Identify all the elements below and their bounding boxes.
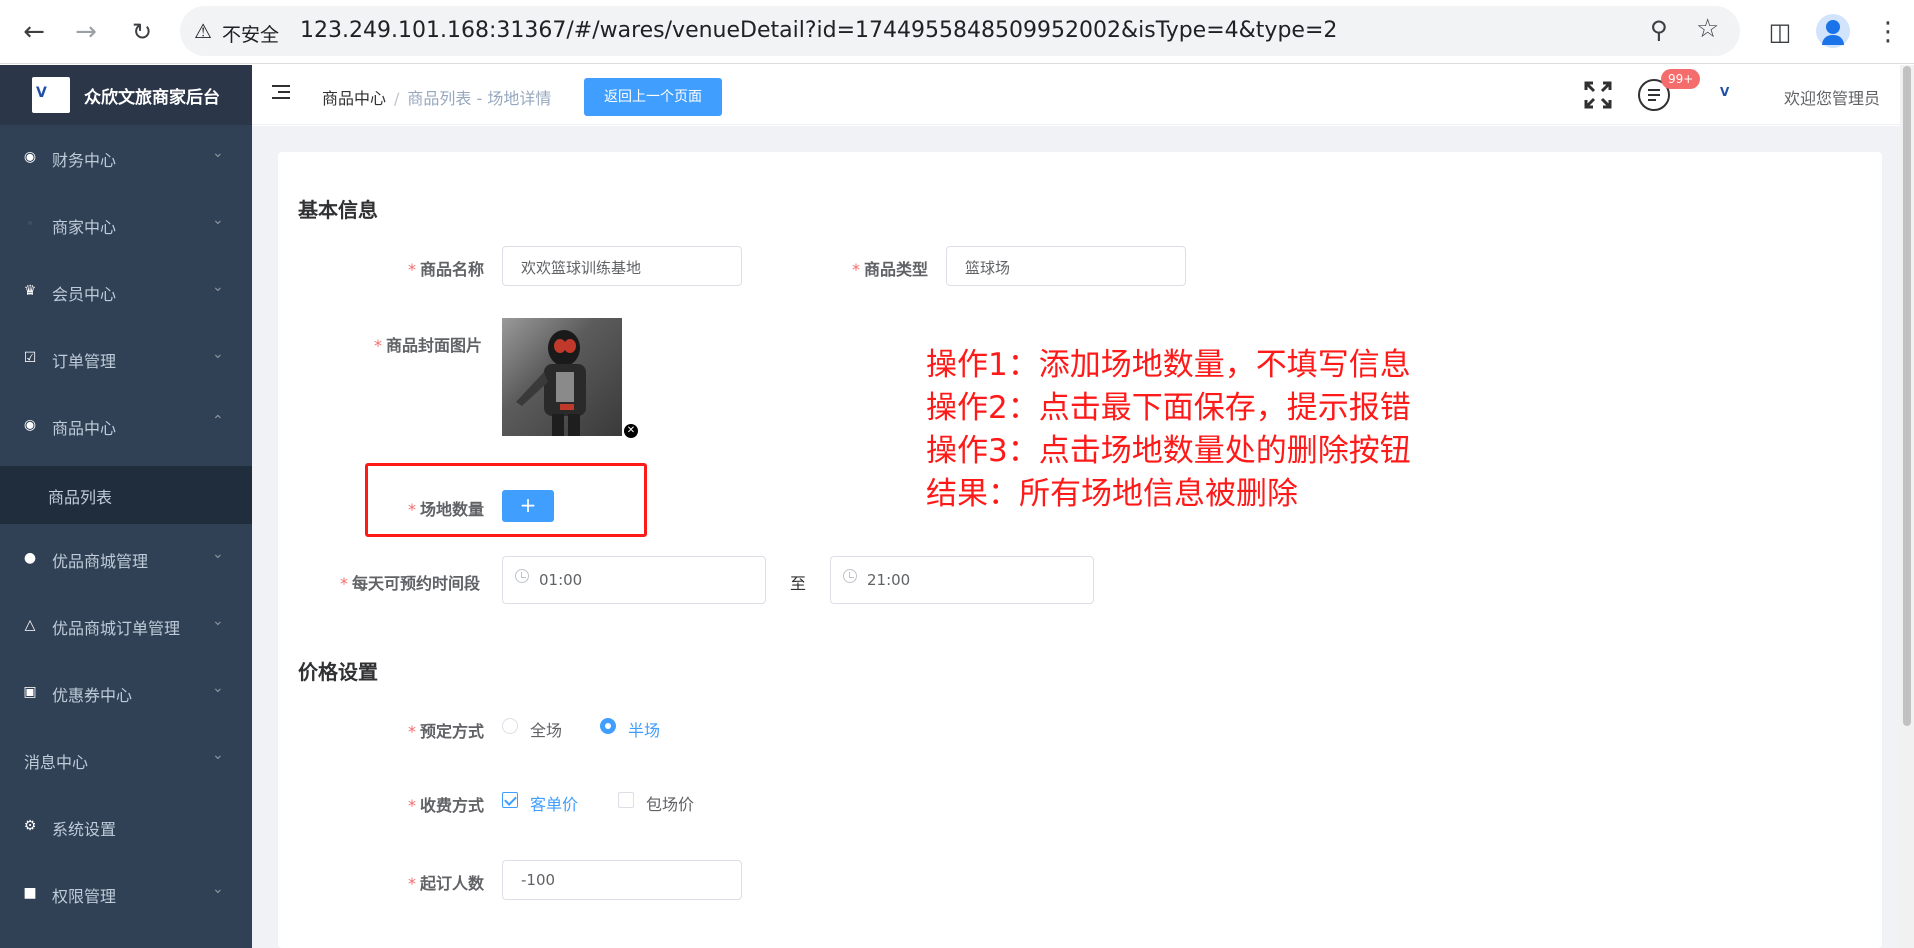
sidebar-item-goods[interactable]: ◉ 商品中心 ⌃: [0, 393, 252, 460]
sidebar-item-mall[interactable]: ● 优品商城管理 ⌄: [0, 526, 252, 593]
zoom-icon[interactable]: ⚲: [1650, 16, 1668, 44]
section-title-price: 价格设置: [298, 660, 378, 684]
crown-icon: ♛: [23, 283, 37, 299]
back-arrow-icon[interactable]: ←: [16, 14, 52, 50]
bell-icon: △: [24, 617, 36, 633]
remove-image-icon[interactable]: ✕: [624, 424, 638, 438]
time-end-input[interactable]: 21:00: [830, 556, 1094, 604]
chevron-up-icon: ⌃: [212, 413, 224, 429]
app-header: 商品中心 / 商品列表 - 场地详情 返回上一个页面 99+ V 欢迎您管理员: [252, 65, 1914, 125]
brand-title: 众欣文旅商家后台: [84, 88, 220, 108]
type-input[interactable]: 篮球场: [946, 246, 1186, 286]
sidebar-item-messages[interactable]: 消息中心 ⌄: [0, 727, 252, 794]
chevron-down-icon: ⌄: [212, 212, 224, 228]
breadcrumb: 商品中心 / 商品列表 - 场地详情: [322, 85, 551, 109]
url-text[interactable]: 123.249.101.168:31367/#/wares/venueDetai…: [300, 18, 1337, 43]
time-label: * 每天可预约时间段: [340, 574, 481, 593]
sidebar-item-finance[interactable]: ◉ 财务中心 ⌄: [0, 125, 252, 192]
header-logo: V: [1720, 85, 1730, 99]
checkbox-per-person[interactable]: [502, 792, 518, 808]
chevron-down-icon: ⌄: [212, 145, 224, 161]
goods-icon: ◉: [23, 417, 37, 433]
sidebar-item-permissions[interactable]: ■ 权限管理 ⌄: [0, 861, 252, 928]
checkbox-whole-venue[interactable]: [618, 792, 634, 808]
breadcrumb-separator: /: [394, 89, 400, 108]
address-bar[interactable]: ⚠ 不安全 123.249.101.168:31367/#/wares/venu…: [180, 6, 1740, 56]
option-per-person[interactable]: 客单价: [530, 791, 578, 815]
radio-half-court[interactable]: [600, 718, 616, 734]
message-badge: 99+: [1661, 69, 1701, 89]
bookmark-star-icon[interactable]: ☆: [1696, 14, 1719, 44]
type-label: * 商品类型: [852, 260, 929, 279]
security-label[interactable]: 不安全: [222, 20, 279, 47]
hamburger-icon[interactable]: [272, 83, 292, 103]
gear-icon: ⚙: [23, 818, 37, 834]
fullscreen-icon[interactable]: [1584, 81, 1612, 109]
sidebar-item-member[interactable]: ♛ 会员中心 ⌄: [0, 259, 252, 326]
profile-avatar-icon[interactable]: [1816, 14, 1850, 48]
sidebar-item-settings[interactable]: ⚙ 系统设置: [0, 794, 252, 861]
shop-icon: •: [25, 216, 35, 232]
forward-arrow-icon[interactable]: →: [68, 14, 104, 50]
scrollbar-thumb[interactable]: [1903, 66, 1911, 726]
cover-label: * 商品封面图片: [374, 336, 483, 355]
min-people-input[interactable]: -100: [502, 860, 742, 900]
option-full-court[interactable]: 全场: [530, 717, 562, 741]
option-half-court[interactable]: 半场: [628, 717, 660, 741]
clock-icon: [843, 569, 857, 583]
breadcrumb-current: 商品列表 - 场地详情: [407, 89, 552, 108]
option-whole-venue[interactable]: 包场价: [646, 791, 694, 815]
cover-image[interactable]: [502, 318, 622, 436]
time-start-input[interactable]: 01:00: [502, 556, 766, 604]
sidebar-item-mall-orders[interactable]: △ 优品商城订单管理 ⌄: [0, 593, 252, 660]
clock-icon: [515, 569, 529, 583]
lock-icon: ■: [23, 885, 37, 901]
money-bag-icon: ◉: [23, 149, 37, 165]
time-separator: 至: [790, 574, 807, 593]
sidebar-header: V 众欣文旅商家后台: [0, 65, 252, 125]
chevron-down-icon: ⌄: [212, 346, 224, 362]
section-title-basic: 基本信息: [298, 198, 378, 222]
sidebar-item-merchant[interactable]: • 商家中心 ⌄: [0, 192, 252, 259]
mall-icon: ●: [23, 550, 37, 566]
reload-icon[interactable]: ↻: [124, 14, 160, 50]
clipboard-icon: ☑: [23, 350, 37, 366]
chevron-down-icon: ⌄: [212, 680, 224, 696]
chevron-down-icon: ⌄: [212, 881, 224, 897]
chevron-down-icon: ⌄: [212, 546, 224, 562]
side-panel-icon[interactable]: ◫: [1762, 14, 1798, 50]
min-people-label: * 起订人数: [408, 874, 485, 893]
add-venue-button[interactable]: +: [502, 490, 554, 522]
chevron-down-icon: ⌄: [212, 279, 224, 295]
sidebar-item-coupons[interactable]: ▣ 优惠券中心 ⌄: [0, 660, 252, 727]
breadcrumb-root[interactable]: 商品中心: [322, 89, 386, 108]
chevron-down-icon: ⌄: [212, 613, 224, 629]
chevron-down-icon: ⌄: [212, 747, 224, 763]
brand-logo: V: [32, 77, 70, 113]
sidebar: V 众欣文旅商家后台 ◉ 财务中心 ⌄ • 商家中心 ⌄ ♛ 会员中心 ⌄ ☑ …: [0, 65, 252, 948]
venue-count-label: * 场地数量: [408, 500, 485, 519]
name-label: * 商品名称: [408, 260, 485, 279]
name-input[interactable]: 欢欢篮球训练基地: [502, 246, 742, 286]
sidebar-item-orders[interactable]: ☑ 订单管理 ⌄: [0, 326, 252, 393]
booking-label: * 预定方式: [408, 722, 485, 741]
charge-label: * 收费方式: [408, 796, 485, 815]
back-button[interactable]: 返回上一个页面: [584, 78, 722, 116]
radio-full-court[interactable]: [502, 718, 518, 734]
annotation-text: 操作1：添加场地数量，不填写信息 操作2：点击最下面保存，提示报错 操作3：点击…: [926, 347, 1411, 512]
warning-icon: ⚠: [194, 19, 212, 43]
ticket-icon: ▣: [23, 684, 37, 700]
browser-toolbar: ← → ↻ ⚠ 不安全 123.249.101.168:31367/#/ware…: [0, 0, 1914, 64]
kebab-menu-icon[interactable]: ⋮: [1870, 14, 1906, 50]
welcome-text[interactable]: 欢迎您管理员: [1784, 85, 1880, 109]
sidebar-item-goods-list[interactable]: 商品列表: [0, 466, 252, 524]
